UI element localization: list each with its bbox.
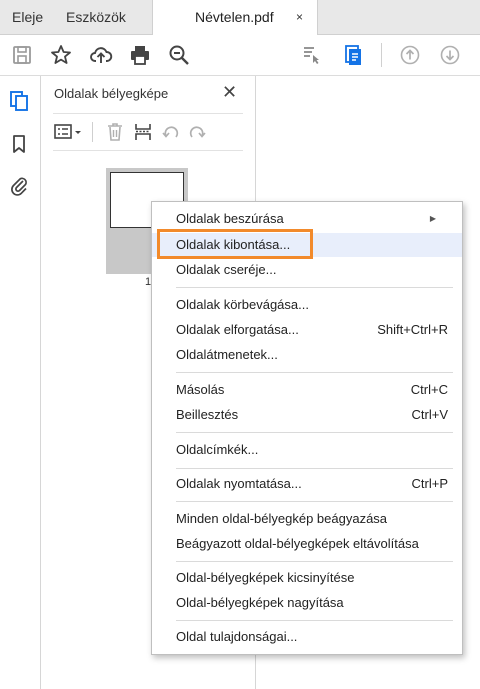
delete-page-icon[interactable] — [105, 122, 125, 142]
page-context-menu: Oldalak beszúrása ▶ Oldalak kibontása...… — [151, 201, 463, 655]
tab-home[interactable]: Eleje — [12, 0, 43, 34]
organize-pages-icon[interactable] — [341, 43, 365, 67]
menu-item-label: Másolás — [176, 382, 225, 397]
menu-item-label: Minden oldal-bélyegkép beágyazása — [176, 511, 388, 526]
toolbar-divider — [381, 43, 382, 67]
menu-separator — [176, 372, 453, 373]
menu-item-label: Oldal-bélyegképek nagyítása — [176, 595, 344, 610]
menu-item-label: Oldalcímkék... — [176, 442, 259, 457]
menu-item-enlarge-thumbnails[interactable]: Oldal-bélyegképek nagyítása — [152, 591, 462, 615]
menu-separator — [176, 501, 453, 502]
menu-item-label: Oldalak elforgatása... — [176, 322, 299, 337]
submenu-arrow-icon: ▶ — [429, 214, 436, 223]
menu-item-crop-pages[interactable]: Oldalak körbevágása... — [152, 293, 462, 317]
main-toolbar — [0, 35, 480, 76]
menu-item-label: Beillesztés — [176, 407, 239, 422]
panel-toolbar — [53, 113, 243, 151]
tab-bar: Eleje Eszközök Névtelen.pdf × — [0, 0, 480, 35]
pages-tool-icon[interactable] — [300, 43, 324, 67]
menu-item-paste[interactable]: Beillesztés Ctrl+V — [152, 403, 462, 427]
extract-page-icon[interactable] — [133, 122, 153, 142]
menu-separator — [176, 287, 453, 288]
panel-title: Oldalak bélyegképe — [54, 86, 169, 101]
cloud-upload-icon[interactable] — [89, 43, 113, 67]
previous-page-icon[interactable] — [398, 43, 422, 67]
save-icon[interactable] — [10, 43, 34, 67]
rotate-right-icon[interactable] — [187, 122, 207, 142]
menu-item-label: Oldal tulajdonságai... — [176, 629, 298, 644]
menu-item-shortcut: Shift+Ctrl+R — [377, 322, 448, 337]
menu-item-label: Beágyazott oldal-bélyegképek eltávolítás… — [176, 536, 419, 551]
menu-item-shortcut: Ctrl+P — [411, 476, 448, 491]
page-thumbnails-icon[interactable] — [8, 90, 30, 112]
rotate-left-icon[interactable] — [161, 122, 181, 142]
print-icon[interactable] — [128, 43, 152, 67]
menu-item-insert-pages[interactable]: Oldalak beszúrása ▶ — [152, 207, 462, 231]
menu-separator — [176, 468, 453, 469]
menu-item-label: Oldalak cseréje... — [176, 262, 277, 277]
menu-item-embed-thumbnails[interactable]: Minden oldal-bélyegkép beágyazása — [152, 507, 462, 531]
menu-separator — [176, 432, 453, 433]
tab-close-icon[interactable]: × — [296, 0, 303, 34]
menu-item-reduce-thumbnails[interactable]: Oldal-bélyegképek kicsinyítése — [152, 566, 462, 590]
navigation-rail — [0, 76, 41, 689]
menu-item-page-labels[interactable]: Oldalcímkék... — [152, 438, 462, 462]
menu-separator — [176, 620, 453, 621]
menu-item-label: Oldal-bélyegképek kicsinyítése — [176, 570, 355, 585]
menu-item-remove-embedded-thumbnails[interactable]: Beágyazott oldal-bélyegképek eltávolítás… — [152, 532, 462, 556]
next-page-icon[interactable] — [438, 43, 462, 67]
menu-item-replace-pages[interactable]: Oldalak cseréje... — [152, 258, 462, 282]
options-menu-icon[interactable] — [54, 122, 84, 142]
panel-toolbar-divider — [92, 122, 93, 142]
menu-item-label: Oldalak nyomtatása... — [176, 476, 302, 491]
menu-item-label: Oldalátmenetek... — [176, 347, 278, 362]
tab-document[interactable]: Névtelen.pdf × — [152, 0, 318, 35]
bookmark-icon[interactable] — [8, 133, 30, 155]
menu-item-page-properties[interactable]: Oldal tulajdonságai... — [152, 625, 462, 649]
tab-tools[interactable]: Eszközök — [66, 0, 126, 34]
menu-item-copy[interactable]: Másolás Ctrl+C — [152, 378, 462, 402]
menu-item-page-transitions[interactable]: Oldalátmenetek... — [152, 343, 462, 367]
menu-item-label: Oldalak körbevágása... — [176, 297, 309, 312]
close-panel-icon[interactable]: ✕ — [222, 82, 237, 103]
tab-document-label: Névtelen.pdf — [195, 9, 274, 25]
menu-item-rotate-pages[interactable]: Oldalak elforgatása... Shift+Ctrl+R — [152, 318, 462, 342]
zoom-search-icon[interactable] — [167, 43, 191, 67]
menu-item-shortcut: Ctrl+V — [411, 407, 448, 422]
menu-item-print-pages[interactable]: Oldalak nyomtatása... Ctrl+P — [152, 472, 462, 496]
menu-item-shortcut: Ctrl+C — [410, 382, 448, 397]
menu-item-label: Oldalak beszúrása — [176, 211, 284, 226]
highlight-annotation-box — [157, 229, 313, 259]
attachment-icon[interactable] — [8, 174, 30, 196]
star-icon[interactable] — [49, 43, 73, 67]
menu-separator — [176, 561, 453, 562]
